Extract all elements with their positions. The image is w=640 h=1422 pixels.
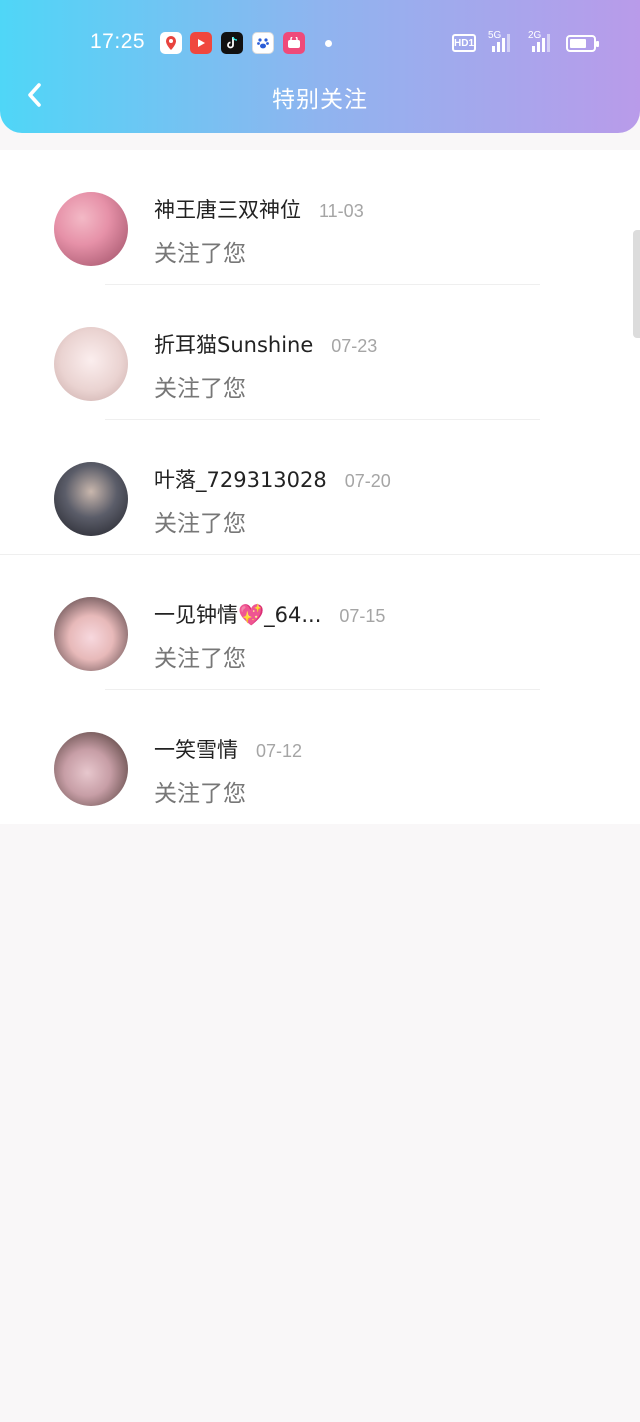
page-title: 特别关注 [272,87,368,113]
follow-message: 关注了您 [154,646,246,672]
follow-message: 关注了您 [154,781,246,807]
header-bar: 17:25 HD1 5G 2G 特别关注 [0,0,640,133]
user-name[interactable]: 折耳猫Sunshine [154,333,313,357]
list-item[interactable]: 神王唐三双神位 11-03 关注了您 [0,150,640,285]
user-name[interactable]: 叶落_729313028 [154,468,327,492]
follow-message: 关注了您 [154,241,246,267]
signal-5g-icon: 5G [484,30,518,54]
follow-date: 07-23 [331,336,378,356]
avatar[interactable] [54,192,128,266]
user-name[interactable]: 一见钟情💖_64... [154,603,321,627]
status-time: 17:25 [90,30,146,53]
follow-date: 07-12 [256,741,303,761]
list-item[interactable]: 折耳猫Sunshine 07-23 关注了您 [0,285,640,420]
follow-date: 07-15 [339,606,386,626]
follow-date: 07-20 [344,471,391,491]
location-app-icon [160,32,182,54]
list-item[interactable]: 一见钟情💖_64... 07-15 关注了您 [0,555,640,690]
avatar[interactable] [54,462,128,536]
list-item[interactable]: 一笑雪情 07-12 关注了您 [0,690,640,825]
avatar[interactable] [54,597,128,671]
hd-badge: HD1 [452,34,476,52]
baidu-app-icon [252,32,274,54]
avatar[interactable] [54,732,128,806]
follow-message: 关注了您 [154,511,246,537]
video-app-icon [190,32,212,54]
side-scroll-handle[interactable] [633,230,640,338]
list-item[interactable]: 叶落_729313028 07-20 关注了您 [0,420,640,555]
user-name[interactable]: 一笑雪情 [154,738,238,762]
status-bar: 17:25 HD1 5G 2G [0,22,640,62]
avatar[interactable] [54,327,128,401]
notification-dot [325,40,332,47]
follow-message: 关注了您 [154,376,246,402]
follow-date: 11-03 [319,201,364,221]
signal-2g-icon: 2G [524,30,558,54]
battery-icon [566,35,599,52]
shop-app-icon [283,32,305,54]
user-name[interactable]: 神王唐三双神位 [154,198,301,222]
follow-notification-list: 神王唐三双神位 11-03 关注了您 折耳猫Sunshine 07-23 关注了您 … [0,150,640,824]
tiktok-app-icon [221,32,243,54]
